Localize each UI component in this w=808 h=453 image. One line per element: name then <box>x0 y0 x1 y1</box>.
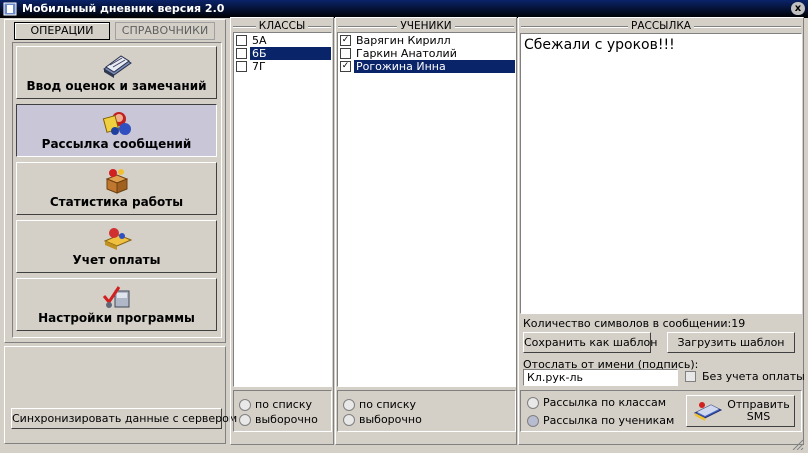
student-item-rogozhina[interactable]: ✓ Рогожина Инна <box>338 60 515 73</box>
radio-circle[interactable] <box>343 414 355 426</box>
no-payment-checkbox[interactable] <box>685 371 696 382</box>
save-template-button[interactable]: Сохранить как шаблон <box>523 332 657 353</box>
class-label: 7Г <box>252 60 266 73</box>
send-sms-button[interactable]: Отправить SMS <box>686 395 795 427</box>
class-checkbox[interactable] <box>236 48 247 59</box>
load-template-button[interactable]: Загрузить шаблон <box>667 332 795 353</box>
char-count: Количество символов в сообщении:19 <box>523 317 745 330</box>
radio-label: Рассылка по классам <box>543 396 667 409</box>
payment-icon <box>103 228 133 250</box>
class-label: 5А <box>252 34 267 47</box>
radio-label: выборочно <box>255 413 318 426</box>
class-item-6b[interactable]: 6Б <box>234 47 331 60</box>
journal-icon <box>103 55 132 78</box>
nav-messaging-button[interactable]: Рассылка сообщений <box>16 104 217 157</box>
settings-tools-icon <box>102 286 130 308</box>
nav-label: Учет оплаты <box>72 253 161 267</box>
char-count-label: Количество символов в сообщении: <box>523 317 732 330</box>
class-item-5a[interactable]: 5А <box>234 34 331 47</box>
app-icon <box>3 2 17 16</box>
statistics-box-icon <box>105 169 129 194</box>
student-checkbox[interactable] <box>340 48 351 59</box>
radio-circle[interactable] <box>343 399 355 411</box>
mailing-header: РАССЫЛКА <box>519 20 803 32</box>
radio-circle[interactable] <box>239 414 251 426</box>
class-checkbox[interactable] <box>236 35 247 46</box>
students-header: УЧЕНИКИ <box>336 20 516 32</box>
resize-grip-icon[interactable] <box>790 438 804 450</box>
send-sms-icon <box>693 402 723 421</box>
app-window: Мобильный дневник версия 2.0 x ОПЕРАЦИИ … <box>0 0 808 453</box>
classes-list[interactable]: 5А 6Б 7Г <box>233 32 332 387</box>
class-label: 6Б <box>250 47 331 60</box>
sync-panel <box>4 346 226 444</box>
radio-circle[interactable] <box>239 399 251 411</box>
radio-circle[interactable] <box>527 397 539 409</box>
char-count-value: 19 <box>731 317 746 330</box>
nav-statistics-button[interactable]: Статистика работы <box>16 162 217 215</box>
student-checkbox[interactable]: ✓ <box>340 61 351 72</box>
message-text: Сбежали с уроков!!! <box>524 37 675 53</box>
class-checkbox[interactable] <box>236 61 247 72</box>
student-label: Рогожина Инна <box>354 60 515 73</box>
messaging-icon <box>102 112 131 135</box>
nav-label: Настройки программы <box>38 311 195 325</box>
tab-references[interactable]: СПРАВОЧНИКИ <box>115 22 215 40</box>
student-item-varyagin[interactable]: ✓ Варягин Кирилл <box>338 34 515 47</box>
radio-label: по списку <box>255 398 313 411</box>
radio-label: по списку <box>359 398 417 411</box>
nav-grades-button[interactable]: Ввод оценок и замечаний <box>16 46 217 99</box>
radio-circle-selected[interactable] <box>527 415 539 427</box>
student-checkbox[interactable]: ✓ <box>340 35 351 46</box>
student-label: Гаркин Анатолий <box>356 47 457 60</box>
nav-settings-button[interactable]: Настройки программы <box>16 278 217 331</box>
nav-label: Ввод оценок и замечаний <box>26 79 207 93</box>
sender-input[interactable]: Кл.рук-ль <box>523 369 678 386</box>
tab-operations[interactable]: ОПЕРАЦИИ <box>14 22 110 40</box>
classes-header: КЛАССЫ <box>231 20 333 32</box>
student-label: Варягин Кирилл <box>356 34 451 47</box>
send-sms-label-2: SMS <box>746 410 771 423</box>
message-textarea[interactable]: Сбежали с уроков!!! <box>520 33 802 314</box>
sync-button[interactable]: Синхронизировать данные с сервером <box>11 408 237 429</box>
radio-label: выборочно <box>359 413 422 426</box>
students-list[interactable]: ✓ Варягин Кирилл Гаркин Анатолий ✓ Рогож… <box>337 32 516 387</box>
nav-label: Рассылка сообщений <box>41 137 192 151</box>
class-item-7g[interactable]: 7Г <box>234 60 331 73</box>
student-item-garkin[interactable]: Гаркин Анатолий <box>338 47 515 60</box>
title-bar[interactable]: Мобильный дневник версия 2.0 x <box>0 0 808 18</box>
no-payment-label: Без учета оплаты <box>702 370 805 383</box>
close-button[interactable]: x <box>791 2 805 15</box>
radio-label: Рассылка по ученикам <box>543 414 675 427</box>
nav-payment-button[interactable]: Учет оплаты <box>16 220 217 273</box>
window-title: Мобильный дневник версия 2.0 <box>22 2 225 15</box>
nav-label: Статистика работы <box>49 195 184 209</box>
